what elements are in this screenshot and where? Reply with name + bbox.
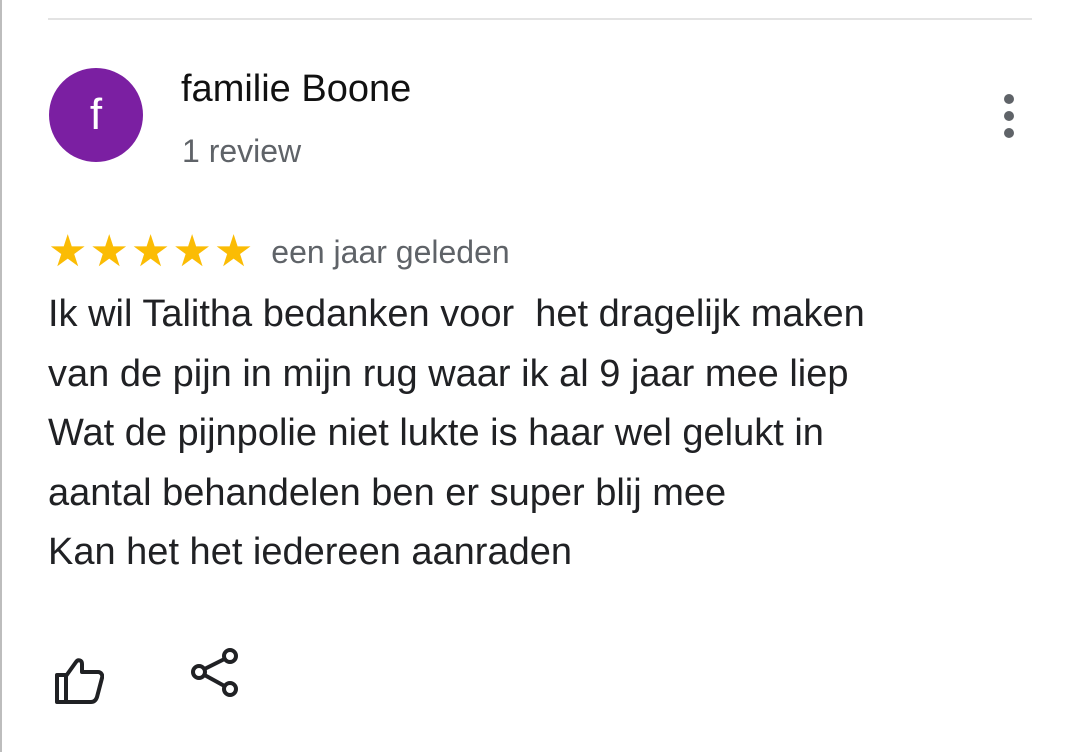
star-rating: ★ ★ ★ ★ ★ bbox=[48, 230, 253, 274]
star-icon: ★ bbox=[172, 227, 212, 276]
author-name[interactable]: familie Boone bbox=[181, 68, 411, 111]
more-vert-icon-dot bbox=[1004, 111, 1014, 121]
left-edge-border bbox=[0, 0, 2, 752]
like-button[interactable] bbox=[44, 646, 108, 710]
share-icon bbox=[191, 648, 238, 697]
share-button[interactable] bbox=[182, 640, 246, 704]
star-icon: ★ bbox=[130, 227, 171, 276]
more-vert-icon-dot bbox=[1004, 128, 1014, 138]
star-icon: ★ bbox=[213, 227, 254, 276]
more-options-button[interactable] bbox=[990, 90, 1028, 142]
author-review-count: 1 review bbox=[182, 133, 302, 169]
avatar[interactable]: f bbox=[49, 68, 143, 162]
more-vert-icon bbox=[1004, 94, 1014, 104]
review-text: Ik wil Talitha bedanken voor het drageli… bbox=[48, 293, 865, 573]
top-divider bbox=[48, 18, 1032, 20]
rating-row: ★ ★ ★ ★ ★ een jaar geleden bbox=[48, 228, 510, 276]
review-date: een jaar geleden bbox=[271, 233, 510, 270]
thumb-up-icon bbox=[55, 658, 104, 704]
star-icon: ★ bbox=[48, 227, 88, 276]
star-icon: ★ bbox=[89, 227, 129, 276]
avatar-letter: f bbox=[89, 90, 103, 139]
